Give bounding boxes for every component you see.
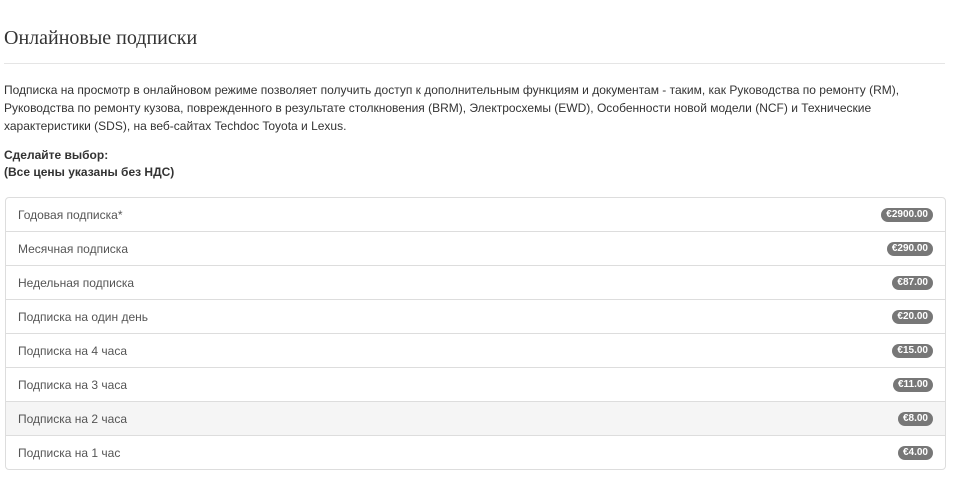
- page-description: Подписка на просмотр в онлайновом режиме…: [4, 83, 900, 133]
- page-title: Онлайновые подписки: [4, 27, 198, 49]
- subscription-label: Годовая подписка*: [18, 207, 123, 222]
- subscription-option-annual[interactable]: Годовая подписка* €2900.00: [6, 198, 945, 231]
- price-badge: €290.00: [886, 241, 933, 256]
- subscription-option-1-hour[interactable]: Подписка на 1 час €4.00: [6, 435, 945, 469]
- subscription-option-2-hours[interactable]: Подписка на 2 часа €8.00: [6, 401, 945, 435]
- vat-note: (Все цены указаны без НДС): [4, 165, 175, 179]
- subscription-label: Месячная подписка: [18, 241, 128, 256]
- title-divider: [4, 63, 945, 64]
- selection-prompt-line: Сделайте выбор:: [4, 148, 109, 162]
- price-badge: €8.00: [897, 411, 933, 426]
- price-badge: €4.00: [897, 445, 933, 460]
- subscription-label: Подписка на один день: [18, 309, 149, 324]
- subscription-list: Годовая подписка* €2900.00 Месячная подп…: [5, 197, 946, 470]
- subscription-option-weekly[interactable]: Недельная подписка €87.00: [6, 265, 945, 299]
- subscription-option-3-hours[interactable]: Подписка на 3 часа €11.00: [6, 367, 945, 401]
- price-badge: €15.00: [892, 343, 933, 358]
- subscription-label: Подписка на 3 часа: [18, 377, 128, 392]
- subscription-option-monthly[interactable]: Месячная подписка €290.00: [6, 231, 945, 265]
- subscription-label: Подписка на 4 часа: [18, 343, 128, 358]
- price-badge: €20.00: [892, 309, 933, 324]
- subscription-label: Подписка на 1 час: [18, 445, 121, 460]
- price-badge: €11.00: [892, 377, 933, 392]
- price-badge: €87.00: [892, 275, 933, 290]
- price-badge: €2900.00: [881, 207, 933, 222]
- subscription-label: Недельная подписка: [18, 275, 135, 290]
- selection-prompt: Сделайте выбор: (Все цены указаны без НД…: [4, 147, 174, 181]
- subscription-label: Подписка на 2 часа: [18, 411, 128, 426]
- subscription-option-one-day[interactable]: Подписка на один день €20.00: [6, 299, 945, 333]
- subscription-option-4-hours[interactable]: Подписка на 4 часа €15.00: [6, 333, 945, 367]
